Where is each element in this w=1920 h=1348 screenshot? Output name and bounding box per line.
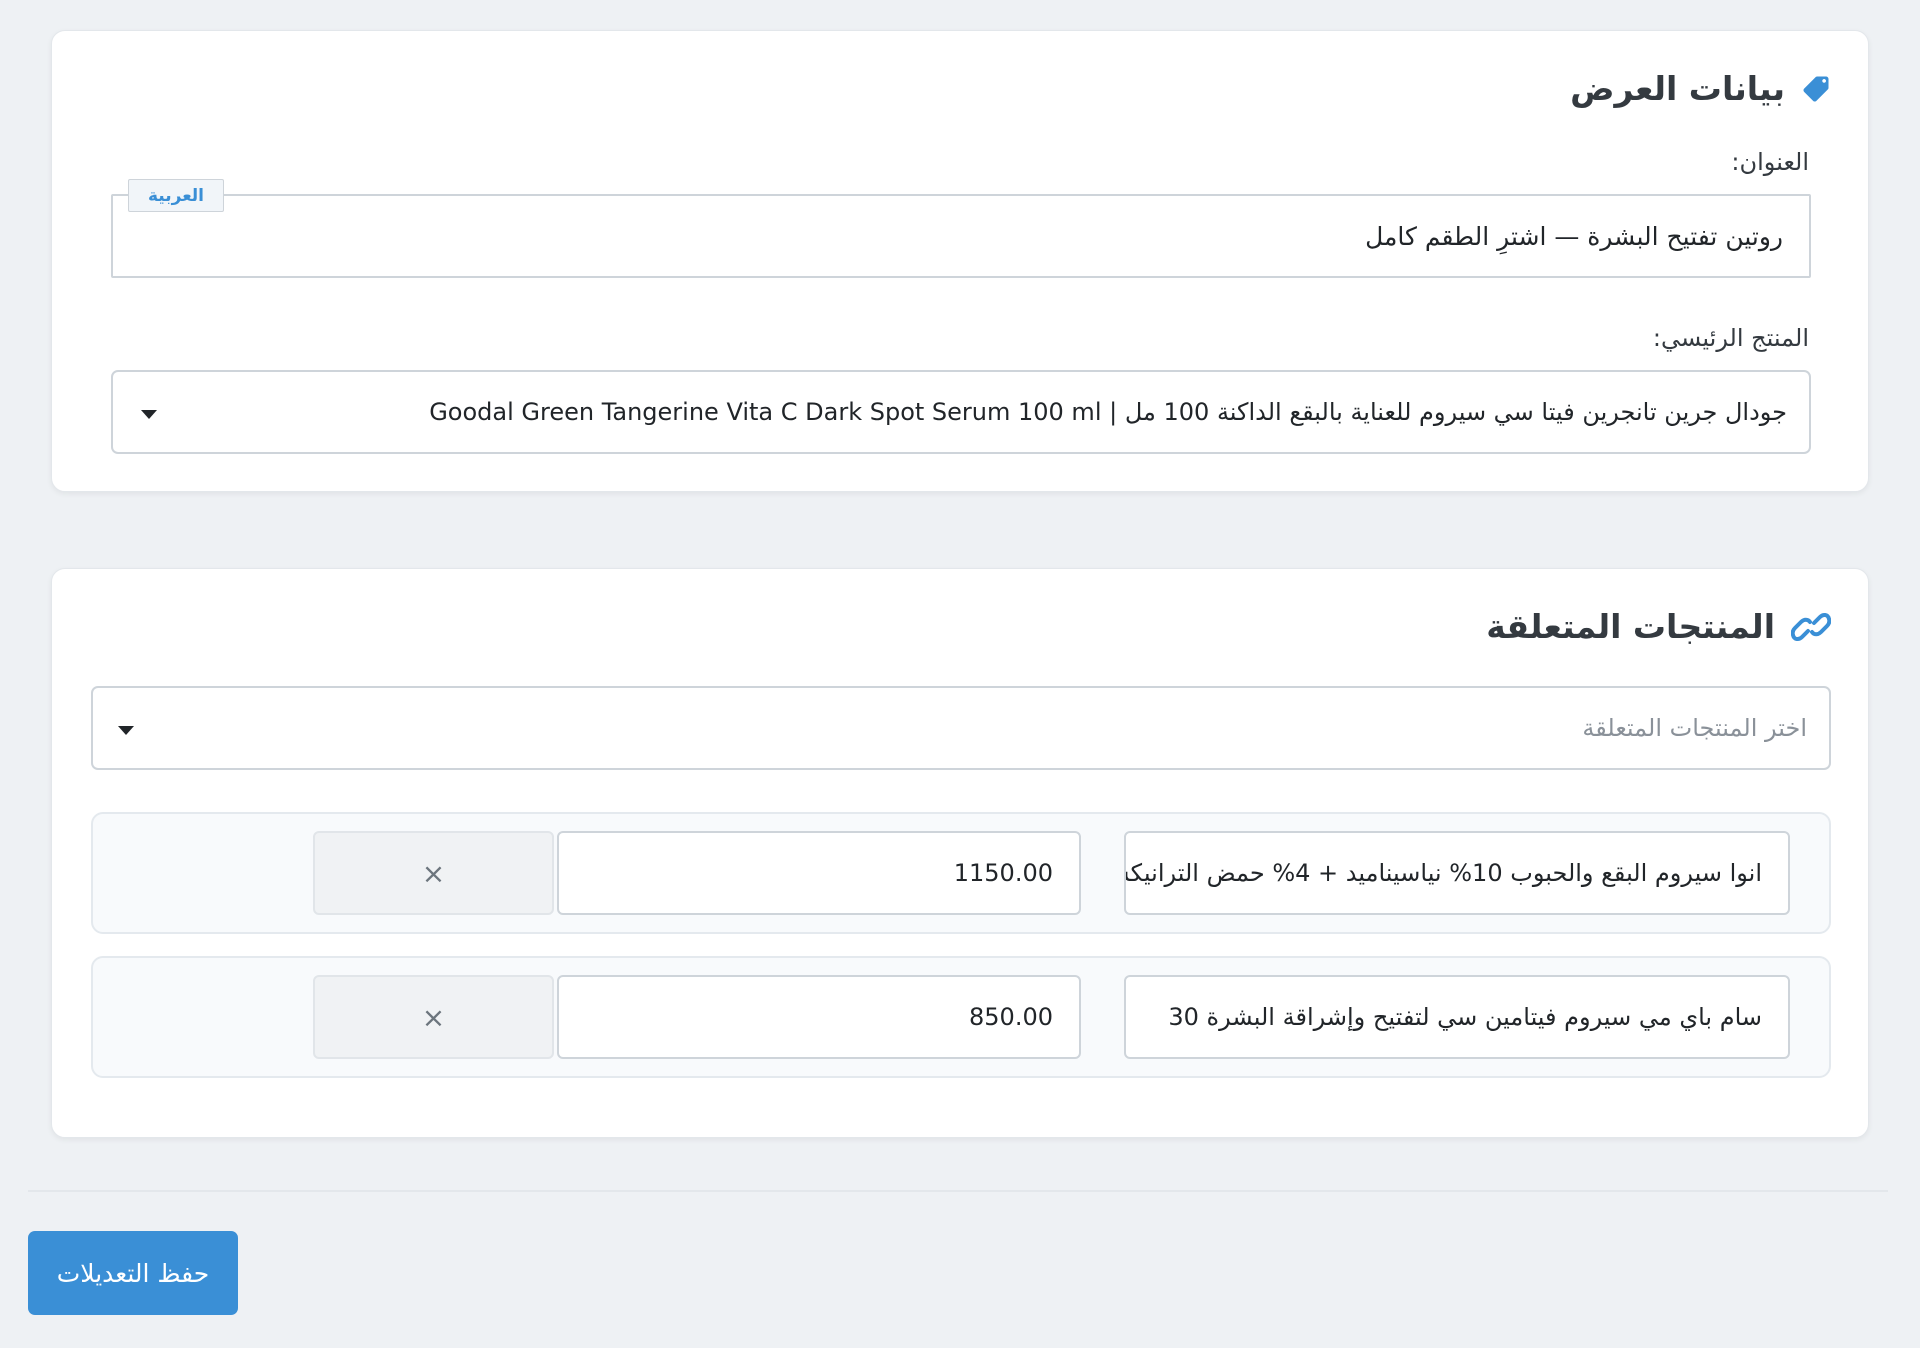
related-product-row: انوا سيروم البقع والحبوب 10% نياسيناميد … — [91, 812, 1831, 934]
related-products-card: المنتجات المتعلقة اختر المنتجات المتعلقة… — [51, 568, 1869, 1138]
offer-data-title: بيانات العرض — [1570, 69, 1785, 108]
related-products-placeholder: اختر المنتجات المتعلقة — [1582, 714, 1807, 742]
related-product-price: 1150.00 — [953, 859, 1053, 887]
title-input-value: روتين تفتيح البشرة — اشترِ الطقم كامل — [1365, 221, 1783, 251]
page: بيانات العرض العنوان: روتين تفتيح البشرة… — [0, 0, 1920, 1348]
main-product-label: المنتج الرئيسي: — [1652, 324, 1809, 352]
related-products-title: المنتجات المتعلقة — [1486, 607, 1775, 646]
main-product-value: جودال جرين تانجرين فيتا سي سيروم للعناية… — [429, 398, 1787, 426]
related-product-price-field[interactable]: 850.00 — [557, 975, 1081, 1059]
language-tag[interactable]: العربية — [128, 179, 224, 212]
offer-data-card: بيانات العرض العنوان: روتين تفتيح البشرة… — [51, 30, 1869, 492]
related-product-name-field[interactable]: سام باي مي سيروم فيتامين سي لتفتيح وإشرا… — [1124, 975, 1790, 1059]
chevron-down-icon — [118, 726, 134, 735]
related-products-heading: المنتجات المتعلقة — [1486, 607, 1831, 646]
tag-icon — [1801, 74, 1831, 104]
related-product-name: انوا سيروم البقع والحبوب 10% نياسيناميد … — [1126, 859, 1762, 887]
related-product-name: سام باي مي سيروم فيتامين سي لتفتيح وإشرا… — [1168, 1003, 1762, 1031]
close-icon: × — [421, 856, 446, 890]
link-icon — [1791, 612, 1831, 642]
remove-row-button[interactable]: × — [313, 831, 554, 915]
remove-row-button[interactable]: × — [313, 975, 554, 1059]
close-icon: × — [421, 1000, 446, 1034]
related-product-name-field[interactable]: انوا سيروم البقع والحبوب 10% نياسيناميد … — [1124, 831, 1790, 915]
related-product-row: سام باي مي سيروم فيتامين سي لتفتيح وإشرا… — [91, 956, 1831, 1078]
main-product-select[interactable]: جودال جرين تانجرين فيتا سي سيروم للعناية… — [111, 370, 1811, 454]
related-product-price: 850.00 — [969, 1003, 1053, 1031]
related-product-price-field[interactable]: 1150.00 — [557, 831, 1081, 915]
title-field-label: العنوان: — [1731, 148, 1809, 176]
related-products-select[interactable]: اختر المنتجات المتعلقة — [91, 686, 1831, 770]
divider — [28, 1190, 1888, 1192]
chevron-down-icon — [141, 410, 157, 419]
save-changes-button[interactable]: حفظ التعديلات — [28, 1231, 238, 1315]
title-input[interactable]: روتين تفتيح البشرة — اشترِ الطقم كامل — [111, 194, 1811, 278]
offer-data-heading: بيانات العرض — [1570, 69, 1831, 108]
